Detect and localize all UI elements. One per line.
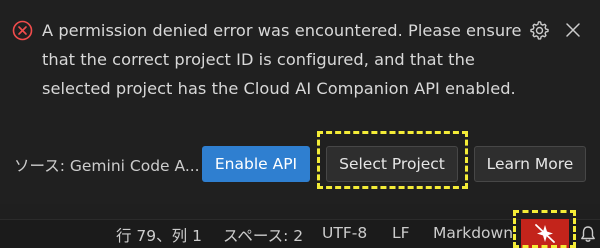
- learn-more-button[interactable]: Learn More: [474, 146, 586, 182]
- gear-icon[interactable]: [529, 20, 549, 40]
- sparkle-off-icon: [535, 224, 555, 243]
- close-icon[interactable]: [565, 22, 581, 38]
- select-project-button[interactable]: Select Project: [326, 146, 458, 182]
- eol-setting[interactable]: LF: [392, 224, 410, 242]
- gemini-status-button[interactable]: [521, 219, 569, 248]
- error-icon: [12, 20, 33, 41]
- cursor-position[interactable]: 行 79、列 1: [116, 224, 202, 246]
- enable-api-button[interactable]: Enable API: [202, 146, 310, 182]
- encoding-setting[interactable]: UTF-8: [322, 224, 367, 242]
- language-mode[interactable]: Markdown: [433, 224, 513, 242]
- notification-source: ソース: Gemini Code A...: [14, 157, 200, 175]
- status-bar: 行 79、列 1 スペース: 2 UTF-8 LF Markdown: [0, 219, 600, 248]
- bell-icon[interactable]: [578, 224, 598, 244]
- notification-message: A permission denied error was encountere…: [42, 21, 522, 98]
- indentation-setting[interactable]: スペース: 2: [223, 224, 303, 246]
- notification-toast: A permission denied error was encountere…: [0, 0, 600, 204]
